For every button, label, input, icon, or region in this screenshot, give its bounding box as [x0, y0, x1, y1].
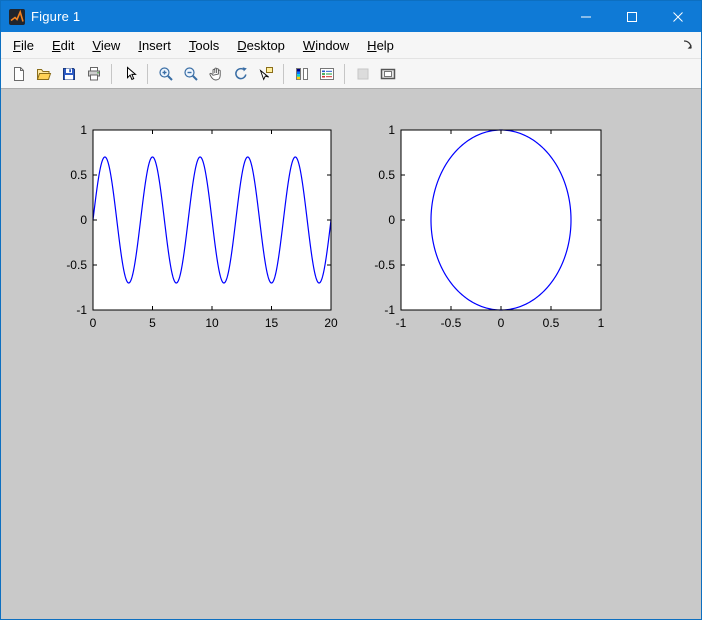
- menu-view[interactable]: View: [83, 34, 129, 57]
- close-button[interactable]: [655, 1, 701, 32]
- svg-text:0: 0: [90, 316, 97, 330]
- hide-plot-tools-button[interactable]: [351, 62, 374, 85]
- svg-text:20: 20: [324, 316, 338, 330]
- menu-help[interactable]: Help: [358, 34, 403, 57]
- menu-items: File Edit View Insert Tools Desktop Window Help: [4, 34, 403, 57]
- menu-desktop[interactable]: Desktop: [228, 34, 294, 57]
- left-axes[interactable]: 0 5 10 15 20 -1 -0.5 0 0.5 1: [55, 119, 343, 344]
- svg-text:10: 10: [205, 316, 219, 330]
- close-icon: [673, 11, 683, 22]
- svg-text:-1: -1: [396, 316, 407, 330]
- menubar: File Edit View Insert Tools Desktop Window Help: [1, 32, 701, 59]
- svg-text:1: 1: [598, 316, 605, 330]
- svg-text:-0.5: -0.5: [441, 316, 462, 330]
- plot-tools-icon: [380, 66, 396, 82]
- window-title: Figure 1: [31, 9, 81, 24]
- save-icon: [61, 66, 77, 82]
- rotate-3d-icon: [233, 66, 249, 82]
- figure-window: Figure 1 File Edit View Insert Tools Desktop W…: [0, 0, 702, 620]
- zoom-in-icon: [158, 66, 174, 82]
- toolbar-separator: [283, 63, 284, 84]
- figure-canvas: 0 5 10 15 20 -1 -0.5 0 0.5 1 -1 -0.5 0 0.5 1 -1 -0.5 0 0.…: [1, 89, 701, 619]
- svg-text:0.5: 0.5: [543, 316, 560, 330]
- minimize-button[interactable]: [563, 1, 609, 32]
- svg-text:1: 1: [388, 123, 395, 137]
- menu-tools[interactable]: Tools: [180, 34, 228, 57]
- zoom-out-button[interactable]: [179, 62, 202, 85]
- titlebar[interactable]: Figure 1: [1, 1, 701, 32]
- open-file-button[interactable]: [32, 62, 55, 85]
- svg-text:0: 0: [498, 316, 505, 330]
- maximize-icon: [627, 11, 637, 22]
- svg-text:0.5: 0.5: [378, 168, 395, 182]
- svg-text:5: 5: [149, 316, 156, 330]
- new-figure-button[interactable]: [7, 62, 30, 85]
- minimize-icon: [581, 12, 591, 22]
- svg-text:-0.5: -0.5: [374, 258, 395, 272]
- print-icon: [86, 66, 102, 82]
- brush-icon: [355, 66, 371, 82]
- dock-arrow-icon[interactable]: [682, 39, 694, 51]
- svg-text:1: 1: [80, 123, 87, 137]
- data-cursor-icon: [258, 66, 274, 82]
- right-axes[interactable]: -1 -0.5 0 0.5 1 -1 -0.5 0 0.5 1: [363, 119, 613, 344]
- menu-window[interactable]: Window: [294, 34, 358, 57]
- rotate-3d-button[interactable]: [229, 62, 252, 85]
- insert-colorbar-button[interactable]: [290, 62, 313, 85]
- svg-text:0: 0: [388, 213, 395, 227]
- new-document-icon: [11, 66, 27, 82]
- insert-legend-button[interactable]: [315, 62, 338, 85]
- maximize-button[interactable]: [609, 1, 655, 32]
- zoom-out-icon: [183, 66, 199, 82]
- svg-text:-0.5: -0.5: [66, 258, 87, 272]
- svg-text:0: 0: [80, 213, 87, 227]
- toolbar-separator: [111, 63, 112, 84]
- toolbar: [1, 59, 701, 89]
- menu-file[interactable]: File: [4, 34, 43, 57]
- window-controls: [563, 1, 701, 32]
- menu-edit[interactable]: Edit: [43, 34, 83, 57]
- pointer-icon: [122, 65, 138, 82]
- open-folder-icon: [36, 66, 52, 82]
- menu-insert[interactable]: Insert: [129, 34, 180, 57]
- pan-hand-icon: [208, 66, 224, 82]
- svg-text:-1: -1: [76, 303, 87, 317]
- toolbar-separator: [147, 63, 148, 84]
- colorbar-icon: [294, 66, 310, 82]
- svg-text:-1: -1: [384, 303, 395, 317]
- matlab-icon[interactable]: [9, 8, 25, 25]
- svg-text:0.5: 0.5: [70, 168, 87, 182]
- data-cursor-button[interactable]: [254, 62, 277, 85]
- pan-button[interactable]: [204, 62, 227, 85]
- zoom-in-button[interactable]: [154, 62, 177, 85]
- svg-text:15: 15: [265, 316, 279, 330]
- toolbar-separator: [344, 63, 345, 84]
- print-figure-button[interactable]: [82, 62, 105, 85]
- legend-icon: [319, 66, 335, 82]
- edit-plot-button[interactable]: [118, 62, 141, 85]
- show-plot-tools-button[interactable]: [376, 62, 399, 85]
- save-figure-button[interactable]: [57, 62, 80, 85]
